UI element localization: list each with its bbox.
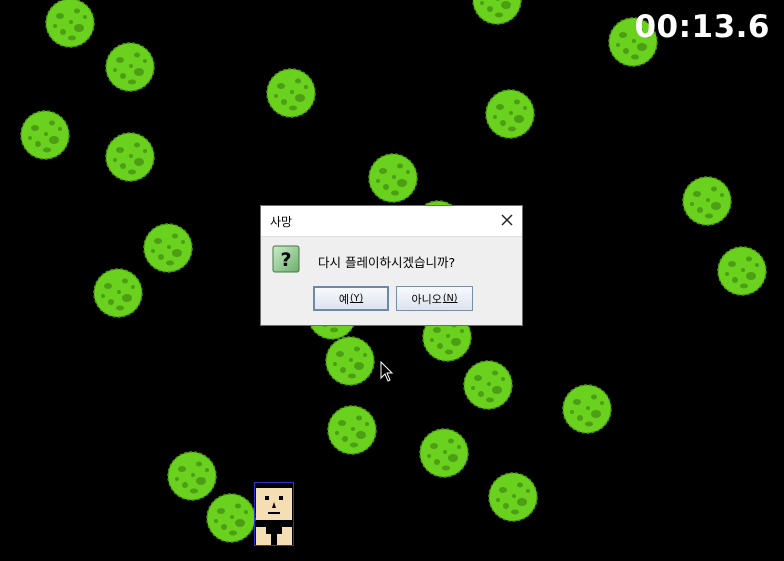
asteroid: [93, 268, 143, 318]
asteroid: [562, 384, 612, 434]
yes-button-label: 예: [338, 292, 349, 306]
asteroid: [105, 132, 155, 182]
yes-mnemonic: (Y): [349, 293, 364, 304]
asteroid: [45, 0, 95, 48]
yes-button[interactable]: 예 (Y): [313, 286, 389, 311]
close-icon[interactable]: [498, 211, 516, 229]
asteroid: [206, 493, 256, 543]
asteroid: [682, 176, 732, 226]
asteroid: [472, 0, 522, 25]
dialog-title: 사망: [270, 215, 293, 229]
dialog-titlebar[interactable]: 사망: [261, 206, 522, 237]
dialog-message: 다시 플레이하시겠습니까?: [318, 255, 456, 270]
asteroid: [368, 153, 418, 203]
no-button-label: 아니오: [411, 292, 442, 306]
asteroid: [325, 336, 375, 386]
no-button[interactable]: 아니오 (N): [396, 286, 473, 311]
svg-text:?: ?: [280, 249, 291, 271]
mouse-cursor-icon: [380, 361, 394, 382]
player-character: [254, 482, 294, 546]
asteroid: [20, 110, 70, 160]
asteroid: [463, 360, 513, 410]
asteroid: [485, 89, 535, 139]
no-mnemonic: (N): [442, 293, 458, 304]
asteroid: [488, 472, 538, 522]
death-dialog: 사망 ? 다시 플레이하시겠습니까? 예 (Y) 아니오 (N): [260, 205, 523, 326]
asteroid: [327, 405, 377, 455]
asteroid: [266, 68, 316, 118]
asteroid: [419, 428, 469, 478]
question-icon: ?: [272, 245, 300, 273]
asteroid: [717, 246, 767, 296]
elapsed-timer: 00:13.6: [634, 9, 770, 45]
asteroid: [105, 42, 155, 92]
asteroid: [143, 223, 193, 273]
